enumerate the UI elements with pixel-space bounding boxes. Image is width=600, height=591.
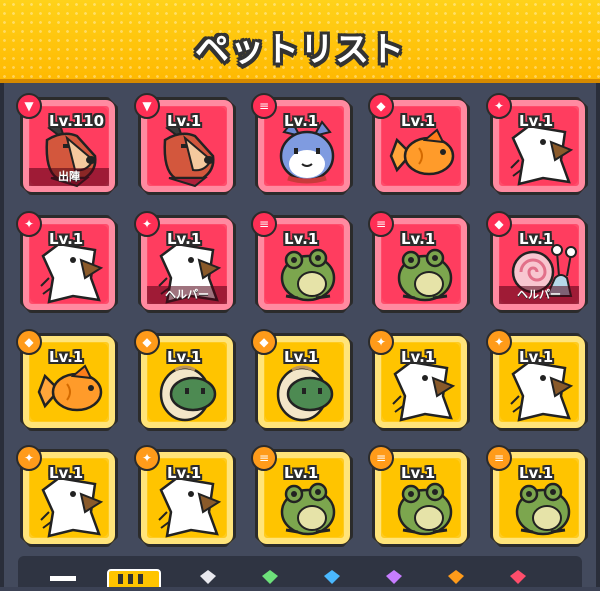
pet-level: Lv.1 — [284, 464, 319, 482]
shell-type-icon: ◆ — [486, 211, 512, 237]
pet-level: Lv.1 — [519, 230, 554, 248]
bird-icon — [507, 120, 577, 194]
goldfish-icon — [389, 120, 459, 194]
header-banner: ペットリスト — [0, 0, 600, 83]
cat-icon — [272, 120, 342, 194]
bird-icon — [155, 472, 225, 546]
pet-level: Lv.1 — [519, 112, 554, 130]
frog-icon — [507, 472, 577, 546]
dog-type-icon: ▼ — [16, 93, 42, 119]
bird-type-icon: ✦ — [134, 445, 160, 471]
pet-level: Lv.1 — [284, 112, 319, 130]
stack-type-icon: ≡ — [251, 211, 277, 237]
pet-level: Lv.1 — [49, 348, 84, 366]
frog-icon — [389, 238, 459, 312]
frog-icon — [389, 472, 459, 546]
bird-icon — [389, 356, 459, 430]
frog-icon — [272, 472, 342, 546]
bird-type-icon: ✦ — [486, 329, 512, 355]
shell-type-icon: ◆ — [368, 93, 394, 119]
pet-level: Lv.1 — [49, 230, 84, 248]
pet-status-label: 出陣 — [29, 168, 109, 186]
shell-type-icon: ◆ — [251, 329, 277, 355]
pet-status-label: ヘルパー — [499, 286, 579, 304]
pet-level: Lv.1 — [167, 112, 202, 130]
stack-type-icon: ≡ — [368, 211, 394, 237]
bird-type-icon: ✦ — [16, 211, 42, 237]
pet-level: Lv.1 — [401, 112, 436, 130]
pet-level: Lv.1 — [401, 348, 436, 366]
pet-level: Lv.1 — [519, 348, 554, 366]
page-title: ペットリスト — [195, 30, 405, 70]
shell-type-icon: ◆ — [16, 329, 42, 355]
pet-level: Lv.1 — [284, 230, 319, 248]
frog-icon — [272, 238, 342, 312]
turtle-icon — [155, 356, 225, 430]
turtle-icon — [272, 356, 342, 430]
pet-level: Lv.1 — [519, 464, 554, 482]
pet-level: Lv.1 — [167, 464, 202, 482]
shell-type-icon: ◆ — [134, 329, 160, 355]
pet-level: Lv.1 — [167, 348, 202, 366]
stack-type-icon: ≡ — [368, 445, 394, 471]
pet-level: Lv.110 — [49, 112, 105, 130]
filter-tabs-icon — [50, 569, 526, 591]
bird-type-icon: ✦ — [368, 329, 394, 355]
stack-type-icon: ≡ — [251, 93, 277, 119]
dog-type-icon: ▼ — [134, 93, 160, 119]
bird-type-icon: ✦ — [486, 93, 512, 119]
pet-level: Lv.1 — [284, 348, 319, 366]
pet-level: Lv.1 — [49, 464, 84, 482]
pet-level: Lv.1 — [167, 230, 202, 248]
bird-icon — [37, 238, 107, 312]
pet-list-panel: Lv.110 出陣 ▼ Lv.1 ▼ Lv.1 ≡ Lv.1 ◆ Lv.1 ✦ Lv.1 ✦ — [0, 83, 600, 587]
bird-type-icon: ✦ — [16, 445, 42, 471]
filter-tab-bar — [18, 556, 582, 591]
bird-icon — [507, 356, 577, 430]
bird-type-icon: ✦ — [134, 211, 160, 237]
stack-type-icon: ≡ — [486, 445, 512, 471]
pet-status-label: ヘルパー — [147, 286, 227, 304]
dog-icon — [155, 120, 225, 194]
pet-level: Lv.1 — [401, 230, 436, 248]
pet-level: Lv.1 — [401, 464, 436, 482]
bird-icon — [37, 472, 107, 546]
stack-type-icon: ≡ — [251, 445, 277, 471]
goldfish-icon — [37, 356, 107, 430]
